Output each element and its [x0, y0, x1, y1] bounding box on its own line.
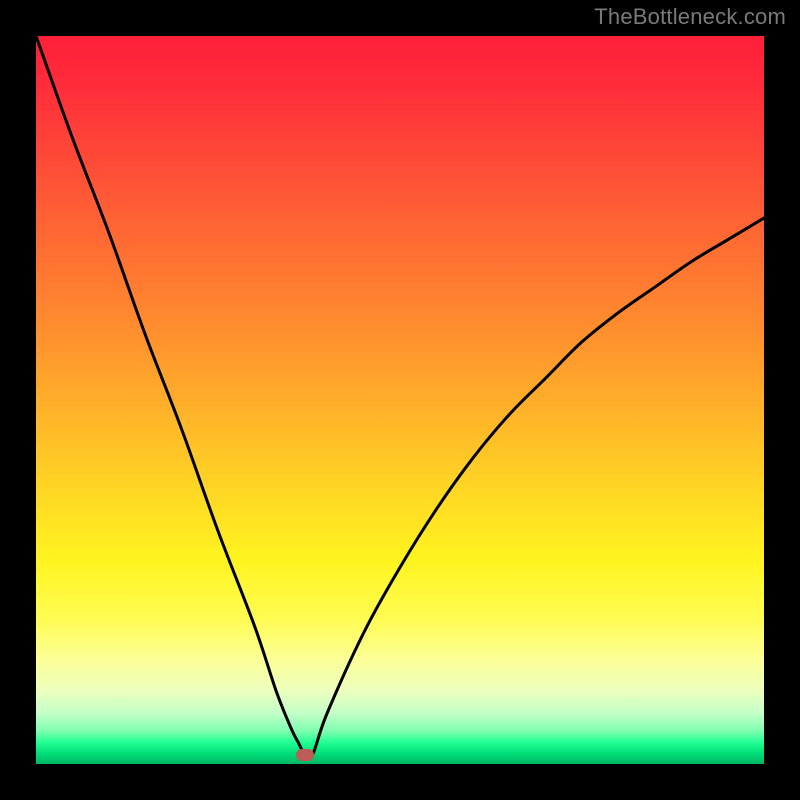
curve-path [36, 36, 764, 759]
curve-svg [36, 36, 764, 764]
watermark-text: TheBottleneck.com [594, 4, 786, 30]
plot-area [36, 36, 764, 764]
chart-frame: TheBottleneck.com [0, 0, 800, 800]
min-marker [296, 749, 314, 761]
